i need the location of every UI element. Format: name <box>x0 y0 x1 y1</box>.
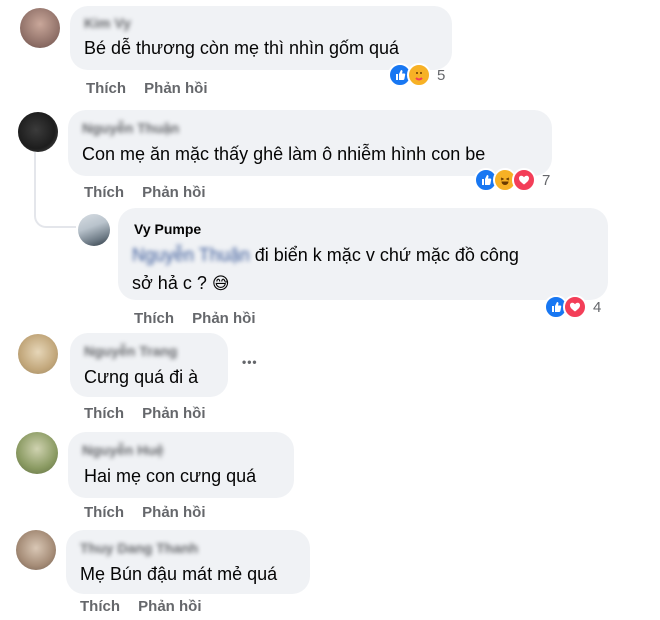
mention-link[interactable]: Nguyễn Thuận <box>132 245 250 265</box>
avatar[interactable] <box>20 8 60 48</box>
reply-text: đi biển k mặc v chứ mặc đồ công <box>249 245 519 265</box>
reply-button[interactable]: Phản hồi <box>144 80 207 97</box>
reply-actions: Thích Phản hồi <box>134 310 256 327</box>
reply-author[interactable]: Vy Pumpe <box>134 221 201 237</box>
reply-text: sở hả c ? <box>132 273 207 293</box>
comment-text: Hai mẹ con cưng quá <box>84 466 257 486</box>
avatar[interactable] <box>18 334 58 374</box>
comment-author[interactable]: Kim Vy <box>84 15 131 31</box>
avatar[interactable] <box>18 112 58 152</box>
comment-author[interactable]: Thuy Dang Thanh <box>80 540 198 556</box>
reaction-count: 5 <box>437 66 446 84</box>
reaction-summary[interactable]: 4 <box>544 295 602 319</box>
comment-actions: Thích Phản hồi <box>84 405 206 422</box>
love-reaction-icon <box>563 295 587 319</box>
reply-button[interactable]: Phản hồi <box>138 598 201 615</box>
avatar[interactable] <box>16 432 58 474</box>
like-button[interactable]: Thích <box>134 310 174 327</box>
reply-button[interactable]: Phản hồi <box>142 504 205 521</box>
grinning-sweat-emoji: 😅 <box>211 274 230 293</box>
reply-text-line1: Nguyễn Thuận đi biển k mặc v chứ mặc đồ … <box>132 245 519 266</box>
avatar[interactable] <box>16 530 56 570</box>
comment-text: Bé dễ thương còn mẹ thì nhìn gốm quá <box>84 38 400 58</box>
reply-button[interactable]: Phản hồi <box>142 184 205 201</box>
like-button[interactable]: Thích <box>84 184 124 201</box>
reaction-summary[interactable]: 5 <box>388 63 446 87</box>
reply-button[interactable]: Phản hồi <box>192 310 255 327</box>
reaction-count: 4 <box>593 298 602 316</box>
comment-author[interactable]: Nguyễn Trang <box>84 343 177 359</box>
like-button[interactable]: Thích <box>86 80 126 97</box>
comment-text: Con mẹ ăn mặc thấy ghê làm ô nhiễm hình … <box>82 144 486 164</box>
care-reaction-icon <box>407 63 431 87</box>
comment-author[interactable]: Nguyễn Thuận <box>82 120 179 136</box>
like-button[interactable]: Thích <box>80 598 120 615</box>
comment-text: Mẹ Bún đậu mát mẻ quá <box>80 564 278 584</box>
comment-actions: Thích Phản hồi <box>86 80 208 97</box>
more-options-icon[interactable]: ••• <box>242 355 258 369</box>
comment-author[interactable]: Nguyễn Huệ <box>82 442 164 458</box>
reaction-summary[interactable]: 7 <box>474 168 551 192</box>
love-reaction-icon <box>512 168 536 192</box>
reply-button[interactable]: Phản hồi <box>142 405 205 422</box>
like-button[interactable]: Thích <box>84 504 124 521</box>
like-button[interactable]: Thích <box>84 405 124 422</box>
comment-actions: Thích Phản hồi <box>80 598 202 615</box>
comment-text: Cưng quá đi à <box>84 367 199 387</box>
reaction-count: 7 <box>542 171 551 189</box>
comment-actions: Thích Phản hồi <box>84 504 206 521</box>
comment-actions: Thích Phản hồi <box>84 184 206 201</box>
avatar[interactable] <box>78 214 110 246</box>
reply-text-line2: sở hả c ? 😅 <box>132 273 230 294</box>
